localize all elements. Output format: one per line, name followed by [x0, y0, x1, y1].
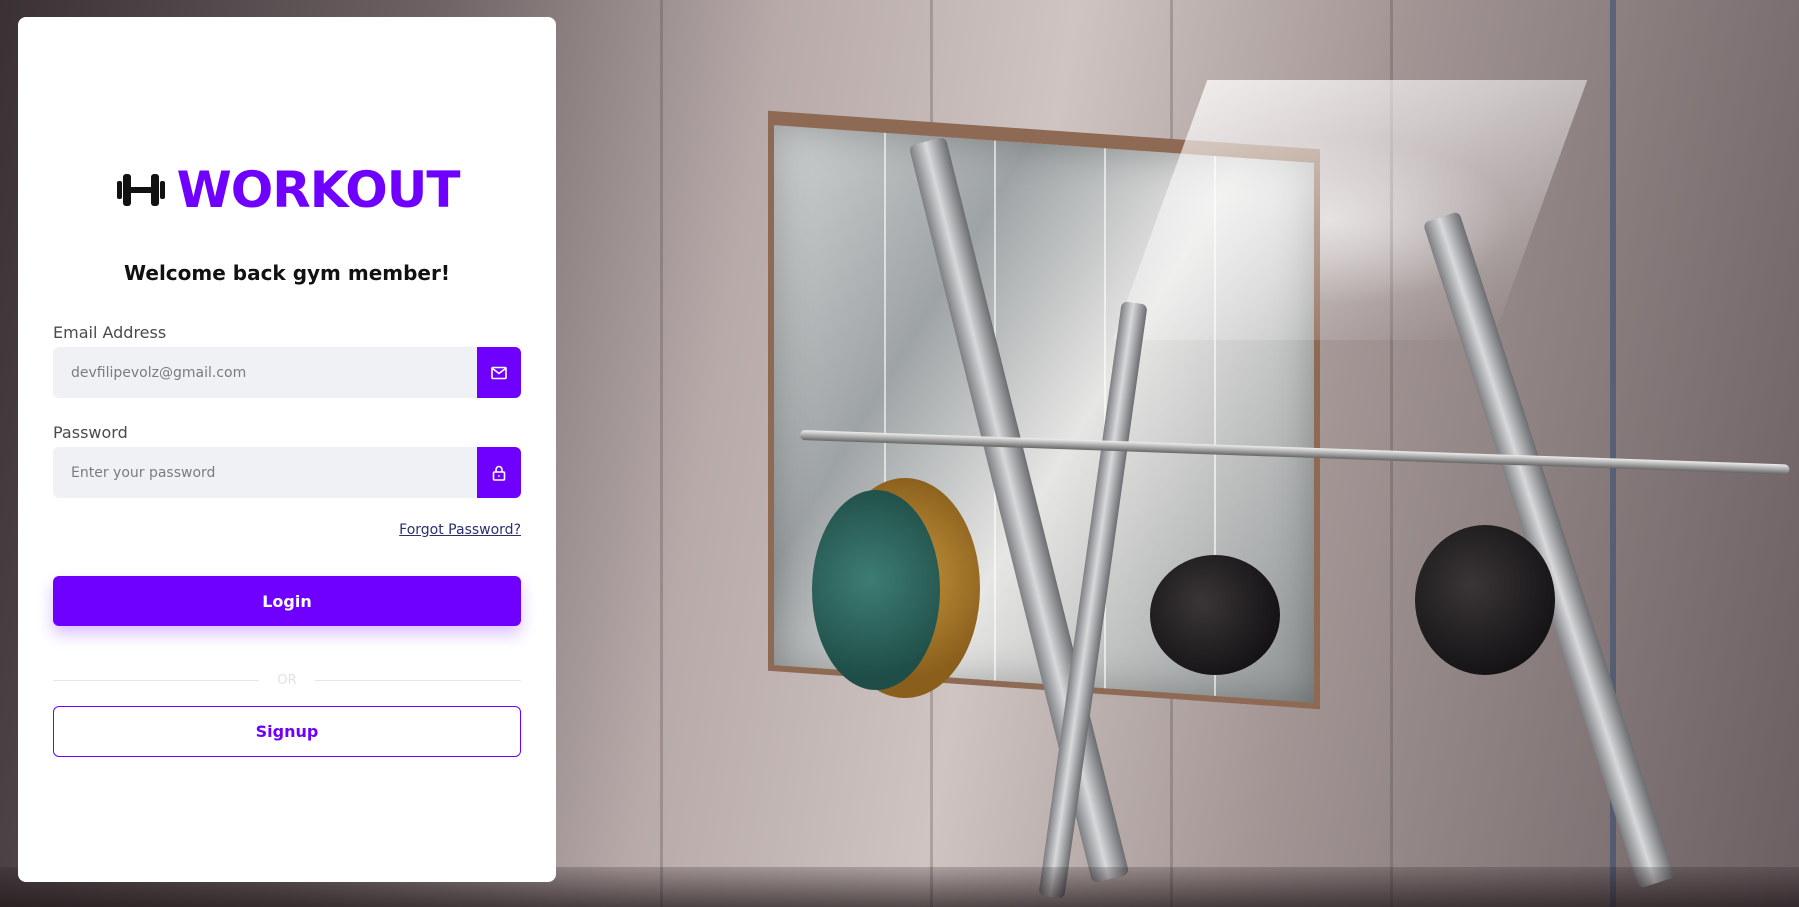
- email-input[interactable]: [53, 347, 477, 398]
- password-input[interactable]: [53, 447, 477, 498]
- signup-button[interactable]: Signup: [53, 706, 521, 757]
- brand-logo: WORKOUT: [18, 165, 556, 215]
- password-icon-button: [477, 447, 521, 498]
- email-icon-button: [477, 347, 521, 398]
- divider-text: OR: [277, 673, 297, 688]
- brand-name: WORKOUT: [176, 161, 461, 219]
- login-panel: WORKOUT Welcome back gym member! Email A…: [18, 17, 556, 882]
- forgot-password-link[interactable]: Forgot Password?: [399, 522, 521, 538]
- password-field-group: [53, 447, 521, 498]
- divider-line-left: [53, 680, 260, 681]
- login-button[interactable]: Login: [53, 576, 521, 626]
- divider-line-right: [314, 680, 522, 681]
- dumbbell-icon: [116, 174, 165, 206]
- lock-icon: [492, 465, 506, 481]
- mail-icon: [491, 366, 507, 379]
- password-label: Password: [53, 423, 128, 442]
- or-divider: OR: [53, 673, 522, 688]
- email-label: Email Address: [53, 323, 167, 342]
- welcome-heading: Welcome back gym member!: [124, 261, 450, 285]
- email-field-group: [53, 347, 521, 398]
